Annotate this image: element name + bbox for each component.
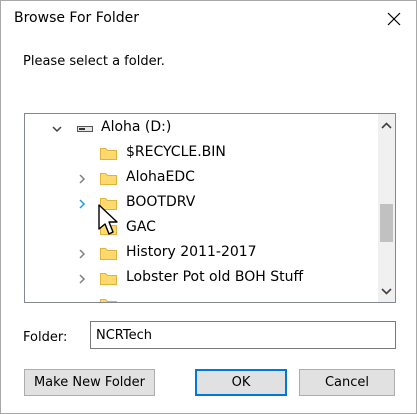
chevron-right-icon[interactable] (77, 174, 87, 184)
chevron-down-icon[interactable] (52, 124, 62, 134)
title-bar[interactable]: Browse For Folder (1, 1, 416, 37)
folder-name-input[interactable] (90, 321, 396, 349)
folder-field-label: Folder: (23, 330, 68, 345)
tree-item-label: Aloha (D:) (101, 119, 172, 135)
tree-item-drive[interactable]: Aloha (D:) (25, 116, 375, 141)
make-new-folder-button[interactable]: Make New Folder (24, 369, 155, 396)
scroll-up-arrow-icon[interactable] (381, 122, 392, 129)
tree-item-recycle-bin[interactable]: $RECYCLE.BIN (25, 141, 375, 166)
tree-item-label: BOOTDRV (126, 194, 196, 210)
cancel-button[interactable]: Cancel (299, 369, 395, 396)
close-icon (387, 12, 401, 26)
tree-item-label: Lobster Pot old BOH Stuff (126, 269, 304, 285)
tree-item-gac[interactable]: GAC (25, 216, 375, 241)
scroll-thumb[interactable] (380, 204, 393, 242)
folder-icon (100, 148, 117, 160)
folder-icon (100, 248, 117, 260)
ok-button[interactable]: OK (195, 369, 287, 396)
close-button[interactable] (380, 5, 408, 33)
tree-item-label: $RECYCLE.BIN (126, 144, 226, 160)
tree-item-lobster-pot[interactable]: Lobster Pot old BOH Stuff (25, 266, 375, 291)
folder-icon (100, 173, 117, 185)
browse-for-folder-dialog: Browse For Folder Please select a folder… (0, 0, 417, 414)
tree-item-partial[interactable] (25, 292, 375, 302)
tree-item-history[interactable]: History 2011-2017 (25, 241, 375, 266)
chevron-right-icon[interactable] (77, 249, 87, 259)
tree-item-label: GAC (126, 219, 156, 235)
drive-icon (77, 126, 93, 132)
chevron-right-icon[interactable] (77, 274, 87, 284)
dialog-title: Browse For Folder (14, 10, 140, 26)
vertical-scrollbar[interactable] (378, 114, 395, 302)
folder-icon (100, 273, 117, 285)
chevron-right-icon[interactable] (77, 199, 87, 209)
tree-item-label: History 2011-2017 (126, 244, 257, 260)
mouse-cursor-icon (98, 204, 118, 235)
folder-tree[interactable]: Aloha (D:) $RECYCLE.BIN AlohaEDC BOOTDRV… (24, 113, 396, 303)
prompt-text: Please select a folder. (23, 54, 165, 69)
scroll-down-arrow-icon[interactable] (381, 288, 392, 295)
tree-item-bootdrv[interactable]: BOOTDRV (25, 191, 375, 216)
tree-item-alohaedc[interactable]: AlohaEDC (25, 166, 375, 191)
tree-item-label: AlohaEDC (126, 169, 195, 185)
folder-icon (100, 299, 117, 302)
